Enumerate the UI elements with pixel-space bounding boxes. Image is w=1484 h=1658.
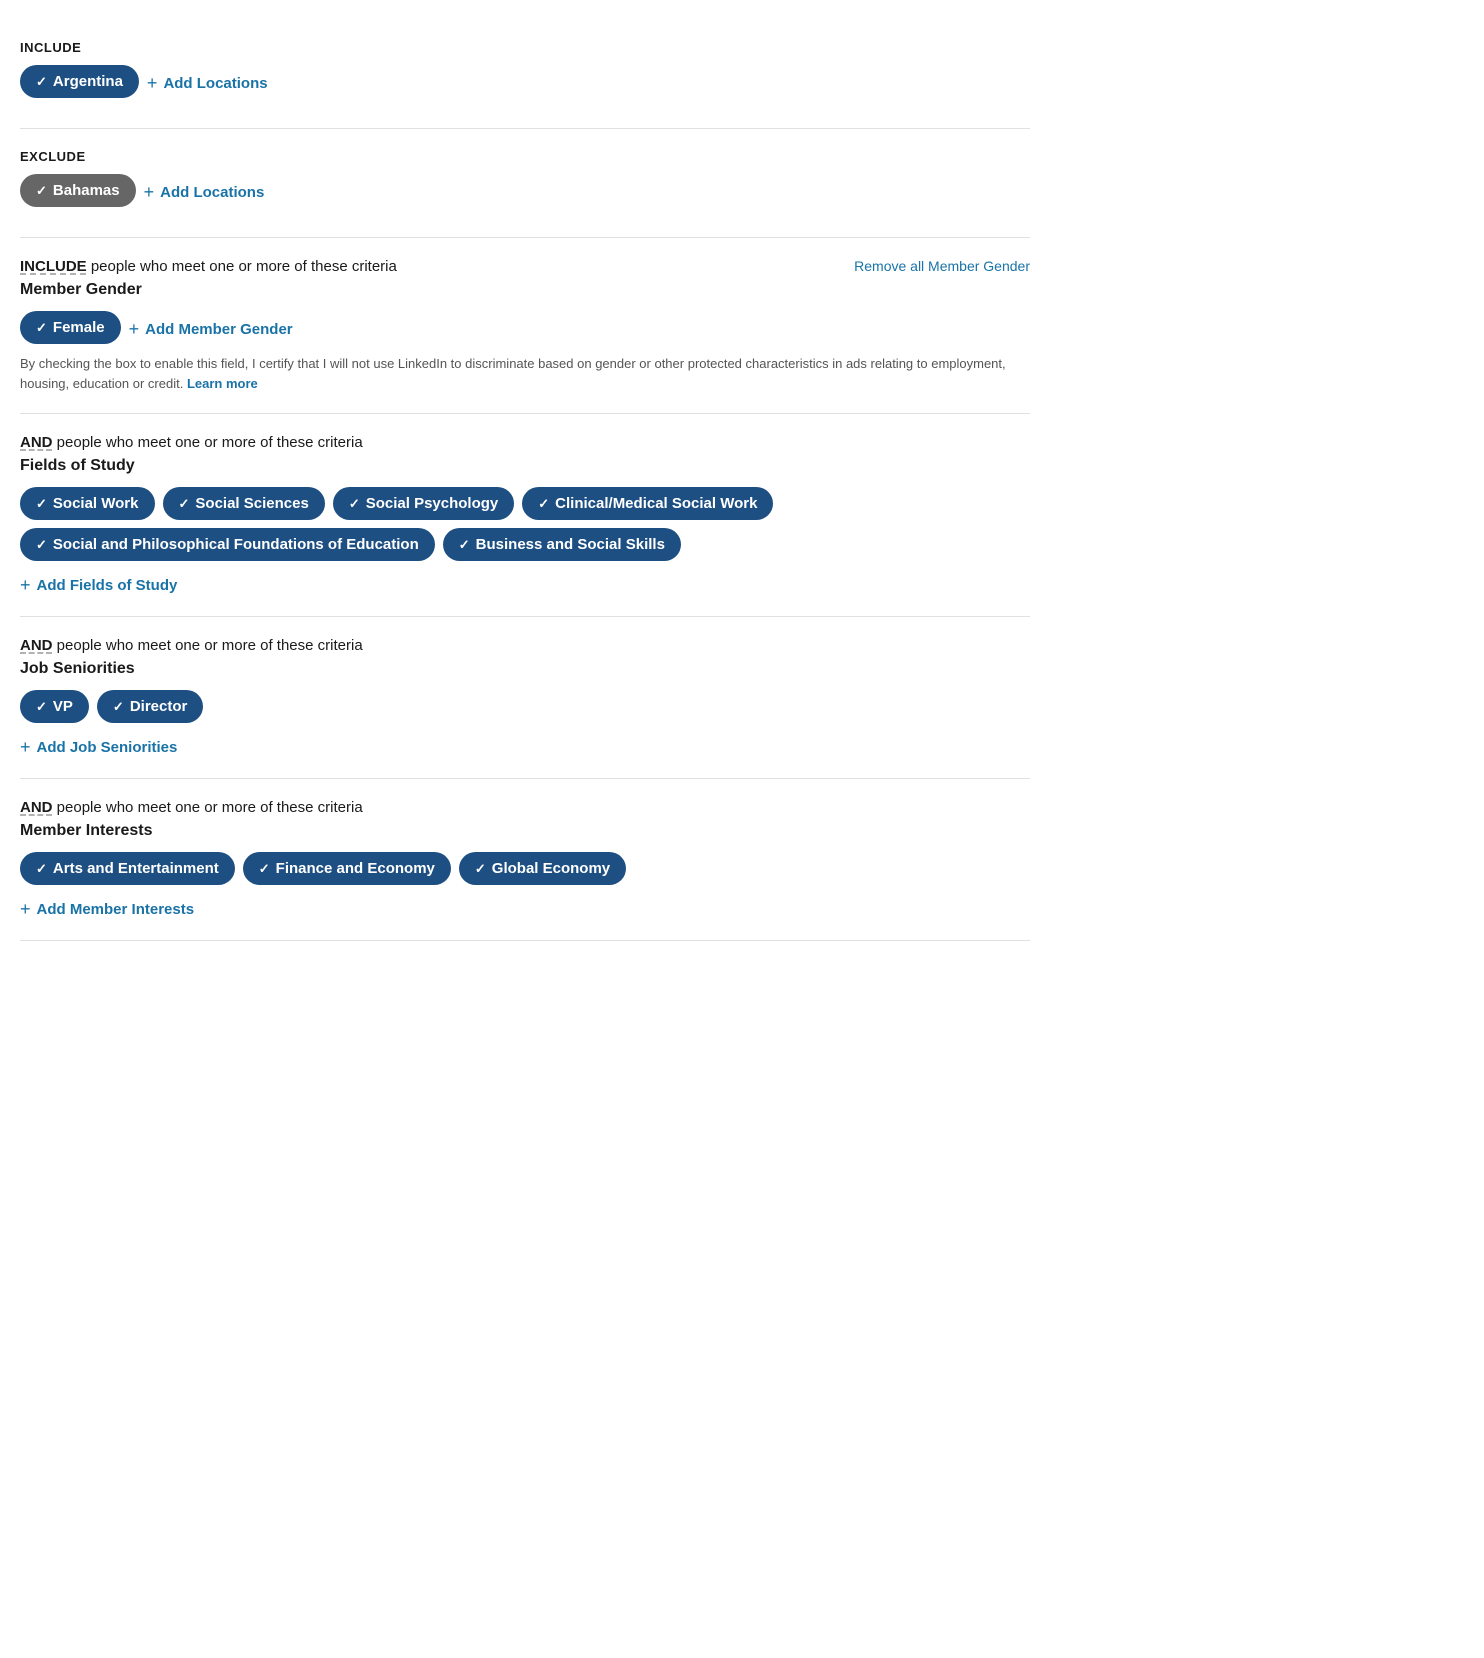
check-icon: ✓ <box>475 861 486 877</box>
tag-label: Business and Social Skills <box>476 536 665 553</box>
add-member-interests-link[interactable]: + Add Member Interests <box>20 899 194 920</box>
add-job-seniorities-link[interactable]: + Add Job Seniorities <box>20 737 177 758</box>
member-gender-tags-row: ✓ Female + Add Member Gender <box>20 311 1030 344</box>
field-of-study-tag[interactable]: ✓ Social Psychology <box>333 487 514 520</box>
tag-label: Global Economy <box>492 860 610 877</box>
include-label: INCLUDE <box>20 40 1030 55</box>
tag-label: Arts and Entertainment <box>53 860 219 877</box>
check-icon: ✓ <box>36 537 47 553</box>
learn-more-link[interactable]: Learn more <box>187 376 258 391</box>
member-interests-title: Member Interests <box>20 822 1030 840</box>
member-interest-tag[interactable]: ✓ Arts and Entertainment <box>20 852 235 885</box>
member-gender-criteria: INCLUDE people who meet one or more of t… <box>20 258 397 275</box>
member-interests-tags-row: ✓ Arts and Entertainment ✓ Finance and Econ… <box>20 852 1030 885</box>
female-tag[interactable]: ✓ Female <box>20 311 121 344</box>
job-seniorities-criteria-text: people who meet one or more of these cri… <box>57 637 363 654</box>
bahamas-tag-label: Bahamas <box>53 182 120 199</box>
plus-icon-jobs: + <box>20 737 31 758</box>
check-icon: ✓ <box>459 537 470 553</box>
check-icon: ✓ <box>349 496 360 512</box>
plus-icon-exclude: + <box>144 182 155 203</box>
field-of-study-tag[interactable]: ✓ Social Sciences <box>163 487 325 520</box>
member-gender-header: INCLUDE people who meet one or more of t… <box>20 258 1030 275</box>
fields-criteria-text: people who meet one or more of these cri… <box>57 434 363 451</box>
disclaimer-text: By checking the box to enable this field… <box>20 356 1006 391</box>
member-interests-section: AND people who meet one or more of these… <box>20 779 1030 941</box>
and-keyword-fields: AND <box>20 434 53 451</box>
tag-label: Social Sciences <box>195 495 308 512</box>
tag-label: VP <box>53 698 73 715</box>
job-seniorities-section: AND people who meet one or more of these… <box>20 617 1030 779</box>
tag-label: Finance and Economy <box>276 860 435 877</box>
fields-of-study-tags-row: ✓ Social Work ✓ Social Sciences ✓ Social Psyc… <box>20 487 1030 561</box>
fields-of-study-section: AND people who meet one or more of these… <box>20 414 1030 617</box>
member-gender-title: Member Gender <box>20 281 1030 299</box>
plus-icon: + <box>147 73 158 94</box>
exclude-tags-row: ✓ Bahamas + Add Locations <box>20 174 1030 207</box>
check-icon-bahamas: ✓ <box>36 183 47 199</box>
add-member-gender-link[interactable]: + Add Member Gender <box>129 315 293 344</box>
argentina-tag-label: Argentina <box>53 73 123 90</box>
job-seniority-tag[interactable]: ✓ Director <box>97 690 203 723</box>
job-seniorities-criteria: AND people who meet one or more of these… <box>20 637 363 654</box>
field-of-study-tag[interactable]: ✓ Social and Philosophical Foundations of… <box>20 528 435 561</box>
field-of-study-tag[interactable]: ✓ Clinical/Medical Social Work <box>522 487 773 520</box>
check-icon: ✓ <box>259 861 270 877</box>
check-icon: ✓ <box>179 496 190 512</box>
tag-label: Social and Philosophical Foundations of … <box>53 536 419 553</box>
exclude-label: EXCLUDE <box>20 149 1030 164</box>
member-interests-header: AND people who meet one or more of these… <box>20 799 1030 816</box>
check-icon: ✓ <box>36 496 47 512</box>
job-seniorities-header: AND people who meet one or more of these… <box>20 637 1030 654</box>
member-interests-criteria-text: people who meet one or more of these cri… <box>57 799 363 816</box>
job-seniorities-title: Job Seniorities <box>20 660 1030 678</box>
check-icon: ✓ <box>36 74 47 90</box>
check-icon: ✓ <box>36 861 47 877</box>
member-gender-criteria-text: people who meet one or more of these cri… <box>91 258 397 275</box>
add-locations-link-include[interactable]: + Add Locations <box>147 69 268 98</box>
member-gender-section: INCLUDE people who meet one or more of t… <box>20 238 1030 414</box>
bahamas-tag[interactable]: ✓ Bahamas <box>20 174 136 207</box>
field-of-study-tag[interactable]: ✓ Business and Social Skills <box>443 528 681 561</box>
plus-icon-fields: + <box>20 575 31 596</box>
include-tags-row: ✓ Argentina + Add Locations <box>20 65 1030 98</box>
job-seniority-tag[interactable]: ✓ VP <box>20 690 89 723</box>
job-seniorities-tags-row: ✓ VP ✓ Director <box>20 690 1030 723</box>
argentina-tag[interactable]: ✓ Argentina <box>20 65 139 98</box>
check-icon-female: ✓ <box>36 320 47 336</box>
female-tag-label: Female <box>53 319 105 336</box>
field-of-study-tag[interactable]: ✓ Social Work <box>20 487 155 520</box>
tag-label: Social Psychology <box>366 495 499 512</box>
include-section: INCLUDE ✓ Argentina + Add Locations <box>20 20 1030 129</box>
add-locations-link-exclude[interactable]: + Add Locations <box>144 178 265 207</box>
fields-of-study-header: AND people who meet one or more of these… <box>20 434 1030 451</box>
tag-label: Director <box>130 698 188 715</box>
remove-all-member-gender-link[interactable]: Remove all Member Gender <box>854 258 1030 274</box>
gender-disclaimer: By checking the box to enable this field… <box>20 354 1030 393</box>
fields-of-study-title: Fields of Study <box>20 457 1030 475</box>
and-keyword-interests: AND <box>20 799 53 816</box>
check-icon: ✓ <box>36 699 47 715</box>
plus-icon-gender: + <box>129 319 140 340</box>
include-keyword: INCLUDE <box>20 258 87 275</box>
plus-icon-interests: + <box>20 899 31 920</box>
tag-label: Clinical/Medical Social Work <box>555 495 757 512</box>
and-keyword-jobs: AND <box>20 637 53 654</box>
exclude-section: EXCLUDE ✓ Bahamas + Add Locations <box>20 129 1030 238</box>
member-interest-tag[interactable]: ✓ Global Economy <box>459 852 626 885</box>
tag-label: Social Work <box>53 495 139 512</box>
fields-criteria: AND people who meet one or more of these… <box>20 434 363 451</box>
add-fields-of-study-link[interactable]: + Add Fields of Study <box>20 575 177 596</box>
check-icon: ✓ <box>113 699 124 715</box>
member-interest-tag[interactable]: ✓ Finance and Economy <box>243 852 451 885</box>
check-icon: ✓ <box>538 496 549 512</box>
member-interests-criteria: AND people who meet one or more of these… <box>20 799 363 816</box>
